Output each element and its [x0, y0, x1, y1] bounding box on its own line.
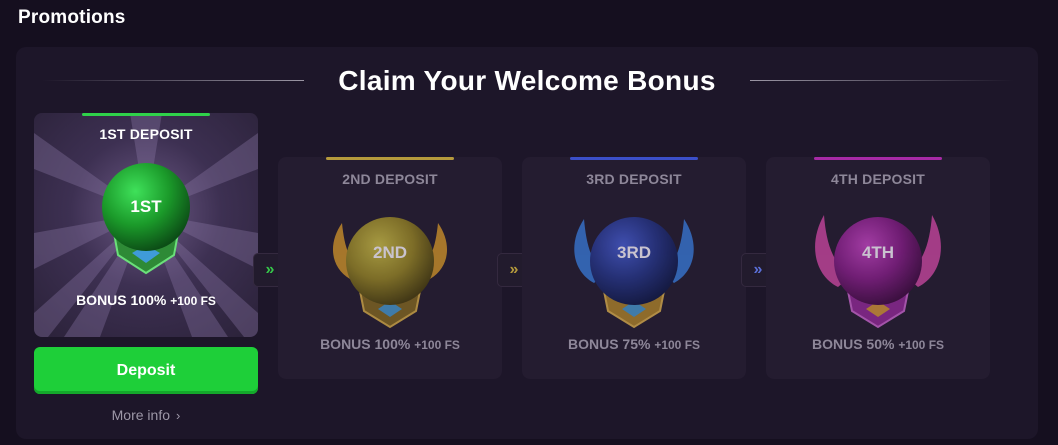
heading-row: Claim Your Welcome Bonus: [16, 63, 1038, 97]
card-accent-bar: [326, 157, 454, 160]
deposit-button[interactable]: Deposit: [34, 347, 258, 394]
bonus-text: BONUS 75% +100 FS: [522, 336, 746, 352]
deposit-card-2[interactable]: 2ND DEPOSIT 2ND BONUS 100% +100 FS: [278, 157, 502, 379]
welcome-bonus-panel: Claim Your Welcome Bonus 1ST DEPOSIT 1ST…: [16, 47, 1038, 439]
page-title: Promotions: [18, 7, 126, 28]
card-title: 3RD DEPOSIT: [586, 171, 682, 187]
medal-label: 4TH: [861, 243, 895, 262]
free-spins: +100 FS: [654, 338, 701, 352]
card-title: 1ST DEPOSIT: [99, 126, 193, 142]
bonus-text: BONUS 100% +100 FS: [278, 336, 502, 352]
bonus-text: BONUS 50% +100 FS: [766, 336, 990, 352]
bonus-percent: BONUS 50%: [811, 336, 895, 352]
free-spins: +100 FS: [898, 338, 945, 352]
more-info-label: More info: [111, 407, 170, 423]
medal-label: 3RD: [616, 243, 651, 262]
bonus-percent: BONUS 100%: [320, 336, 411, 352]
card-title: 2ND DEPOSIT: [342, 171, 438, 187]
medal-blue-winged-icon: [574, 217, 694, 329]
deposit-card-1[interactable]: 1ST DEPOSIT 1ST BONUS 100% +100 FS: [34, 113, 258, 337]
card-accent-bar: [82, 113, 210, 116]
free-spins: +100 FS: [170, 294, 216, 308]
medal-purple-winged-icon: [815, 215, 941, 329]
medal-gold-winged-icon: [332, 217, 448, 329]
card-accent-bar: [570, 157, 698, 160]
welcome-heading: Claim Your Welcome Bonus: [338, 65, 716, 96]
medal-label: 2ND: [372, 243, 407, 262]
more-info-link[interactable]: More info ›: [34, 407, 258, 423]
chevron-right-icon: ›: [176, 408, 181, 423]
free-spins: +100 FS: [414, 338, 460, 352]
deposit-card-4[interactable]: 4TH DEPOSIT 4TH BONUS 50% +100 FS: [766, 157, 990, 379]
medal-label: 1ST: [130, 197, 162, 216]
deposit-card-3[interactable]: 3RD DEPOSIT 3RD BONUS 75% +100 FS: [522, 157, 746, 379]
card-title: 4TH DEPOSIT: [831, 171, 925, 187]
card-accent-bar: [814, 157, 942, 160]
bonus-percent: BONUS 100%: [76, 292, 167, 308]
heading-divider-right: [750, 80, 1014, 81]
bonus-text: BONUS 100% +100 FS: [34, 292, 258, 308]
bonus-percent: BONUS 75%: [567, 336, 651, 352]
